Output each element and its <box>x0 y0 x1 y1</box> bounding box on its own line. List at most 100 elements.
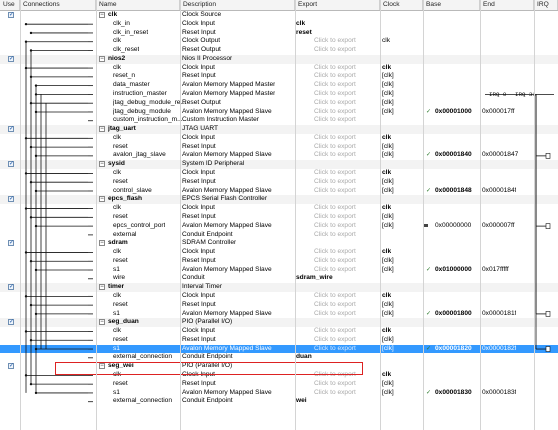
port-row[interactable]: clk Clock Input Click to export clk <box>0 64 558 73</box>
use-checkbox[interactable]: ✓ <box>8 240 14 247</box>
export-cell[interactable]: Click to export <box>314 310 356 319</box>
collapse-toggle-icon[interactable]: − <box>99 284 105 291</box>
use-checkbox[interactable]: ✓ <box>8 196 14 203</box>
col-description[interactable]: Description <box>180 0 295 10</box>
port-row[interactable]: reset Reset Input Click to export [clk] <box>0 213 558 222</box>
port-row[interactable]: jtag_debug_module Avalon Memory Mapped Sl… <box>0 108 558 117</box>
base-lock-check-icon[interactable]: ✓ <box>426 108 431 117</box>
use-checkbox[interactable]: ✓ <box>8 319 14 326</box>
base-lock-check-icon[interactable]: ✓ <box>426 345 431 354</box>
use-checkbox[interactable]: ✓ <box>8 12 14 18</box>
use-checkbox[interactable]: ✓ <box>8 284 14 291</box>
export-cell[interactable]: Click to export <box>314 151 356 160</box>
component-row[interactable]: ✓ − seg_duan PIO (Parallel I/O) <box>0 318 558 327</box>
component-row[interactable]: ✓ − jtag_uart JTAG UART <box>0 125 558 134</box>
export-cell[interactable]: Click to export <box>314 108 356 117</box>
port-row[interactable]: external Conduit Endpoint Click to export <box>0 231 558 240</box>
port-row[interactable]: clk Clock Input Click to export clk <box>0 134 558 143</box>
export-cell[interactable]: Click to export <box>314 178 356 187</box>
component-row[interactable]: ✓ − nios2 Nios II Processor <box>0 54 558 64</box>
port-row[interactable]: external_connection Conduit Endpoint duan <box>0 353 558 362</box>
export-cell[interactable]: Click to export <box>314 371 356 380</box>
col-name[interactable]: Name <box>96 0 180 10</box>
export-cell[interactable]: Click to export <box>314 231 356 240</box>
collapse-toggle-icon[interactable]: − <box>99 161 105 168</box>
col-clock[interactable]: Clock <box>380 0 423 10</box>
export-cell[interactable]: Click to export <box>314 134 356 143</box>
port-row[interactable]: clk Clock Input Click to export clk <box>0 169 558 178</box>
col-base[interactable]: Base <box>423 0 480 10</box>
base-lock-check-icon[interactable]: ✓ <box>426 187 431 196</box>
col-use[interactable]: Use <box>0 0 20 10</box>
base-lock-check-icon[interactable]: ✓ <box>426 151 431 160</box>
export-cell[interactable]: Click to export <box>314 116 356 125</box>
lock-icon[interactable] <box>424 223 428 227</box>
port-row[interactable]: clk Clock Output Click to export clk <box>0 37 558 46</box>
export-cell[interactable]: Click to export <box>314 380 356 389</box>
export-cell[interactable]: Click to export <box>314 222 356 231</box>
port-row[interactable]: reset Reset Input Click to export [clk] <box>0 336 558 345</box>
port-row[interactable]: clk_reset Reset Output Click to export <box>0 46 558 55</box>
component-row[interactable]: ✓ − clk Clock Source <box>0 11 558 20</box>
export-cell[interactable]: Click to export <box>314 301 356 310</box>
export-cell[interactable]: Click to export <box>314 389 356 398</box>
export-cell[interactable]: Click to export <box>314 292 356 301</box>
port-row[interactable]: clk_in Clock Input clk <box>0 20 558 29</box>
port-row[interactable]: clk Clock Input Click to export clk <box>0 371 558 380</box>
port-row[interactable]: s1 Avalon Memory Mapped Slave Click to exp… <box>0 344 558 354</box>
export-cell[interactable]: Click to export <box>314 266 356 275</box>
use-checkbox[interactable]: ✓ <box>8 161 14 168</box>
use-checkbox[interactable]: ✓ <box>8 126 14 133</box>
export-cell[interactable]: Click to export <box>314 72 356 81</box>
port-row[interactable]: clk Clock Input Click to export clk <box>0 204 558 213</box>
port-row[interactable]: wire Conduit sdram_wire <box>0 274 558 283</box>
port-row[interactable]: s1 Avalon Memory Mapped Slave Click to exp… <box>0 310 558 319</box>
export-cell[interactable]: Click to export <box>314 99 356 108</box>
port-row[interactable]: custom_instruction_m... Custom Instructio… <box>0 116 558 125</box>
port-row[interactable]: avalon_jtag_slave Avalon Memory Mapped Sl… <box>0 151 558 160</box>
export-cell[interactable]: Click to export <box>314 143 356 152</box>
collapse-toggle-icon[interactable]: − <box>99 12 105 18</box>
component-row[interactable]: ✓ − sdram SDRAM Controller <box>0 239 558 248</box>
use-checkbox[interactable]: ✓ <box>8 363 14 370</box>
export-cell[interactable]: Click to export <box>314 257 356 266</box>
use-checkbox[interactable]: ✓ <box>8 55 14 62</box>
export-cell[interactable]: Click to export <box>314 37 356 46</box>
port-row[interactable]: clk Clock Input Click to export clk <box>0 292 558 301</box>
collapse-toggle-icon[interactable]: − <box>99 363 105 370</box>
port-row[interactable]: control_slave Avalon Memory Mapped Slave C… <box>0 187 558 196</box>
port-row[interactable]: clk Clock Input Click to export clk <box>0 327 558 336</box>
export-cell[interactable]: Click to export <box>314 204 356 213</box>
base-lock-check-icon[interactable]: ✓ <box>426 389 431 398</box>
port-row[interactable]: reset Reset Input Click to export [clk] <box>0 257 558 266</box>
port-row[interactable]: data_master Avalon Memory Mapped Master Cl… <box>0 81 558 90</box>
component-row[interactable]: ✓ − epcs_flash EPCS Serial Flash Controller <box>0 195 558 205</box>
collapse-toggle-icon[interactable]: − <box>99 196 105 203</box>
port-row[interactable]: reset Reset Input Click to export [clk] <box>0 178 558 187</box>
export-cell[interactable]: Click to export <box>314 248 356 257</box>
port-row[interactable]: instruction_master Avalon Memory Mapped M… <box>0 90 558 99</box>
export-cell[interactable]: Click to export <box>314 81 356 90</box>
export-cell[interactable]: Click to export <box>314 90 356 99</box>
export-cell[interactable]: sdram_wire <box>296 274 333 283</box>
port-row[interactable]: clk_in_reset Reset Input reset <box>0 29 558 38</box>
collapse-toggle-icon[interactable]: − <box>99 319 105 326</box>
col-connections[interactable]: Connections <box>20 0 96 10</box>
export-cell[interactable]: Click to export <box>314 64 356 73</box>
base-lock-check-icon[interactable]: ✓ <box>426 310 431 319</box>
col-export[interactable]: Export <box>295 0 380 10</box>
port-row[interactable]: reset Reset Input Click to export [clk] <box>0 380 558 389</box>
col-irq[interactable]: IRQ <box>534 0 558 10</box>
collapse-toggle-icon[interactable]: − <box>99 126 105 133</box>
port-row[interactable]: external_connection Conduit Endpoint wei <box>0 397 558 406</box>
port-row[interactable]: reset_n Reset Input Click to export [clk] <box>0 72 558 81</box>
port-row[interactable]: s1 Avalon Memory Mapped Slave Click to exp… <box>0 266 558 275</box>
port-row[interactable]: reset Reset Input Click to export [clk] <box>0 143 558 152</box>
collapse-toggle-icon[interactable]: − <box>99 55 105 62</box>
export-cell[interactable]: Click to export <box>314 46 356 55</box>
col-end[interactable]: End <box>480 0 534 10</box>
export-cell[interactable]: duan <box>296 353 312 362</box>
export-cell[interactable]: Click to export <box>314 213 356 222</box>
export-cell[interactable]: clk <box>296 20 305 29</box>
port-row[interactable]: clk Clock Input Click to export clk <box>0 248 558 257</box>
